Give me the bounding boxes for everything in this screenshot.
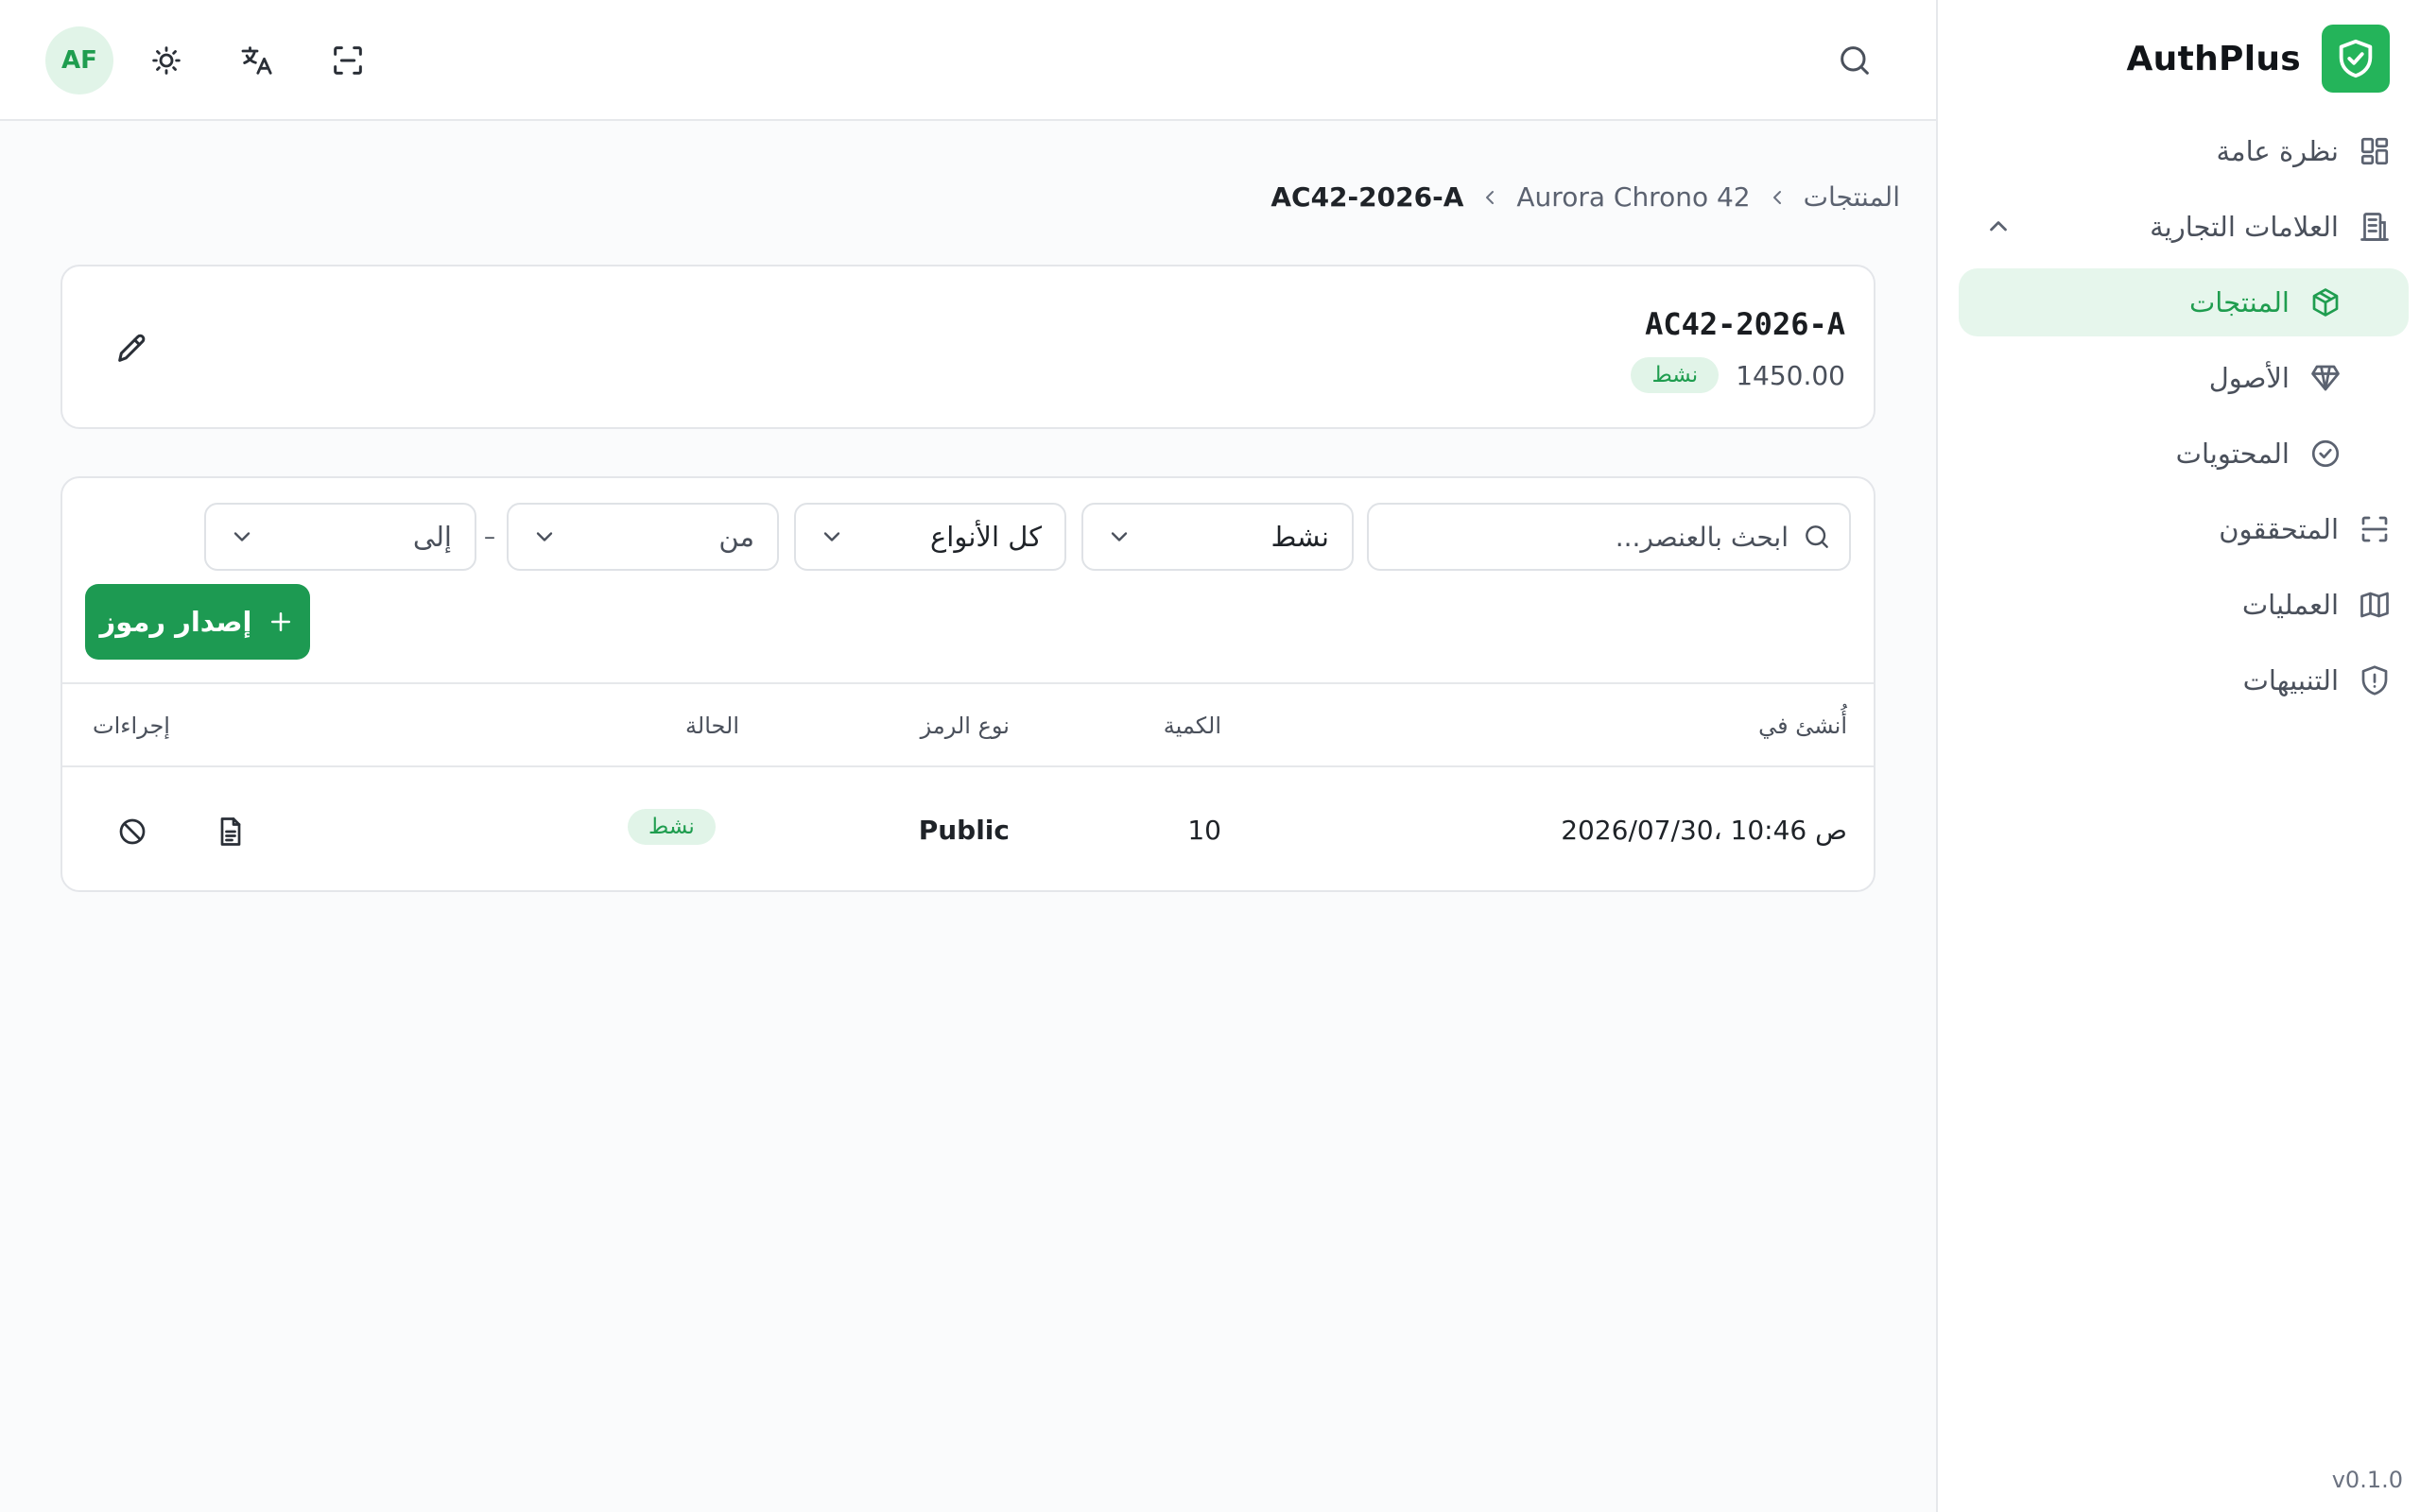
- date-to-select[interactable]: إلى: [204, 503, 476, 571]
- ban-icon[interactable]: [115, 815, 149, 849]
- brand[interactable]: AuthPlus: [2126, 25, 2390, 93]
- box-icon: [2308, 285, 2342, 319]
- sun-icon[interactable]: [147, 42, 185, 79]
- chevron-down-icon: [531, 524, 558, 550]
- sidebar-item-label: المتحققون: [2219, 513, 2339, 545]
- sidebar-item-contents[interactable]: المحتويات: [1959, 420, 2409, 488]
- table-header: أُنشئ في الكمية نوع الرمز الحالة إجراءات: [62, 682, 1874, 767]
- column-header-type[interactable]: نوع الرمز: [921, 713, 1010, 739]
- scan-icon: [2358, 512, 2392, 546]
- issue-tokens-button[interactable]: إصدار رموز: [85, 584, 310, 660]
- sidebar-item-brands[interactable]: العلامات التجارية: [1959, 193, 2409, 261]
- sidebar-item-products[interactable]: المنتجات: [1959, 268, 2409, 336]
- sidebar-item-overview[interactable]: نظرة عامة: [1959, 117, 2409, 185]
- chevron-down-icon: [229, 524, 255, 550]
- sidebar-item-label: العلامات التجارية: [2150, 211, 2339, 243]
- fullscreen-scan-icon[interactable]: [329, 42, 367, 79]
- sidebar-item-label: المنتجات: [2188, 286, 2290, 318]
- date-to-placeholder: إلى: [412, 521, 452, 553]
- column-header-actions: إجراءات: [93, 713, 170, 739]
- cell-created: 2026/07/30، 10:46 ص: [1561, 815, 1847, 846]
- status-badge: نشط: [628, 809, 716, 845]
- chevron-up-icon[interactable]: [1981, 210, 2015, 244]
- search-icon: [1802, 522, 1832, 552]
- app-version: v0.1.0: [2331, 1467, 2403, 1493]
- gem-icon: [2308, 361, 2342, 395]
- sidebar-item-label: العمليات: [2241, 589, 2339, 621]
- page-title: AC42-2026-A: [1645, 306, 1845, 342]
- product-price: 1450.00: [1736, 359, 1845, 391]
- date-from-select[interactable]: من: [507, 503, 779, 571]
- column-header-status[interactable]: الحالة: [685, 713, 739, 739]
- topbar: AF: [0, 0, 1936, 121]
- date-from-placeholder: من: [718, 521, 754, 553]
- type-filter-value: كل الأنواع: [930, 521, 1042, 553]
- status-filter-value: نشط: [1270, 521, 1329, 553]
- product-header-card: AC42-2026-A 1450.00 نشط: [60, 265, 1876, 429]
- sidebar-item-operations[interactable]: العمليات: [1959, 571, 2409, 639]
- translate-icon[interactable]: [238, 42, 276, 79]
- sidebar-item-assets[interactable]: الأصول: [1959, 344, 2409, 412]
- column-header-quantity[interactable]: الكمية: [1164, 713, 1221, 739]
- cell-token-type: Public: [918, 815, 1010, 846]
- sidebar-item-label: المحتويات: [2175, 438, 2290, 470]
- map-icon: [2358, 588, 2392, 622]
- building-icon: [2358, 210, 2392, 244]
- product-meta: 1450.00 نشط: [1631, 357, 1845, 393]
- search-field[interactable]: [1367, 503, 1851, 571]
- check-circle-icon: [2308, 437, 2342, 471]
- sidebar-item-label: نظرة عامة: [2216, 135, 2340, 167]
- chevron-down-icon: [1106, 524, 1132, 550]
- brand-name: AuthPlus: [2126, 39, 2301, 78]
- sidebar-item-alerts[interactable]: التنبيهات: [1959, 646, 2409, 714]
- document-icon[interactable]: [214, 815, 248, 849]
- range-separator: –: [484, 524, 495, 550]
- sidebar: AuthPlus نظرة عامة العلامات التجارية الم…: [1936, 0, 2420, 1512]
- tokens-card: نشط كل الأنواع من – إلى إصدار رموز أُنشئ…: [60, 476, 1876, 892]
- avatar[interactable]: AF: [45, 26, 113, 94]
- search-icon[interactable]: [1836, 42, 1874, 79]
- chevron-left-icon: [1478, 186, 1501, 209]
- shield-check-logo-icon: [2322, 25, 2390, 93]
- issue-tokens-label: إصدار رموز: [99, 606, 252, 638]
- breadcrumb-current: AC42-2026-A: [1270, 181, 1464, 213]
- sidebar-item-label: الأصول: [2208, 362, 2290, 394]
- column-header-created[interactable]: أُنشئ في: [1758, 713, 1847, 739]
- search-input[interactable]: [1392, 521, 1789, 553]
- sidebar-item-verifiers[interactable]: المتحققون: [1959, 495, 2409, 563]
- sidebar-nav: نظرة عامة العلامات التجارية المنتجات الأ…: [1959, 117, 2409, 722]
- grid-icon: [2358, 134, 2392, 168]
- status-filter-select[interactable]: نشط: [1081, 503, 1354, 571]
- cell-quantity: 10: [1187, 815, 1221, 846]
- chevron-down-icon: [819, 524, 845, 550]
- table-row: 2026/07/30، 10:46 ص 10 Public نشط: [62, 769, 1874, 890]
- breadcrumb: المنتجات Aurora Chrono 42 AC42-2026-A: [1270, 181, 1900, 213]
- plus-icon: [267, 608, 295, 636]
- breadcrumb-products-link[interactable]: المنتجات: [1804, 181, 1900, 213]
- status-badge: نشط: [1631, 357, 1720, 393]
- sidebar-item-label: التنبيهات: [2242, 664, 2339, 696]
- edit-pencil-icon[interactable]: [113, 329, 151, 367]
- shield-alert-icon: [2358, 663, 2392, 697]
- type-filter-select[interactable]: كل الأنواع: [794, 503, 1066, 571]
- chevron-left-icon: [1766, 186, 1789, 209]
- breadcrumb-product-link[interactable]: Aurora Chrono 42: [1516, 181, 1750, 213]
